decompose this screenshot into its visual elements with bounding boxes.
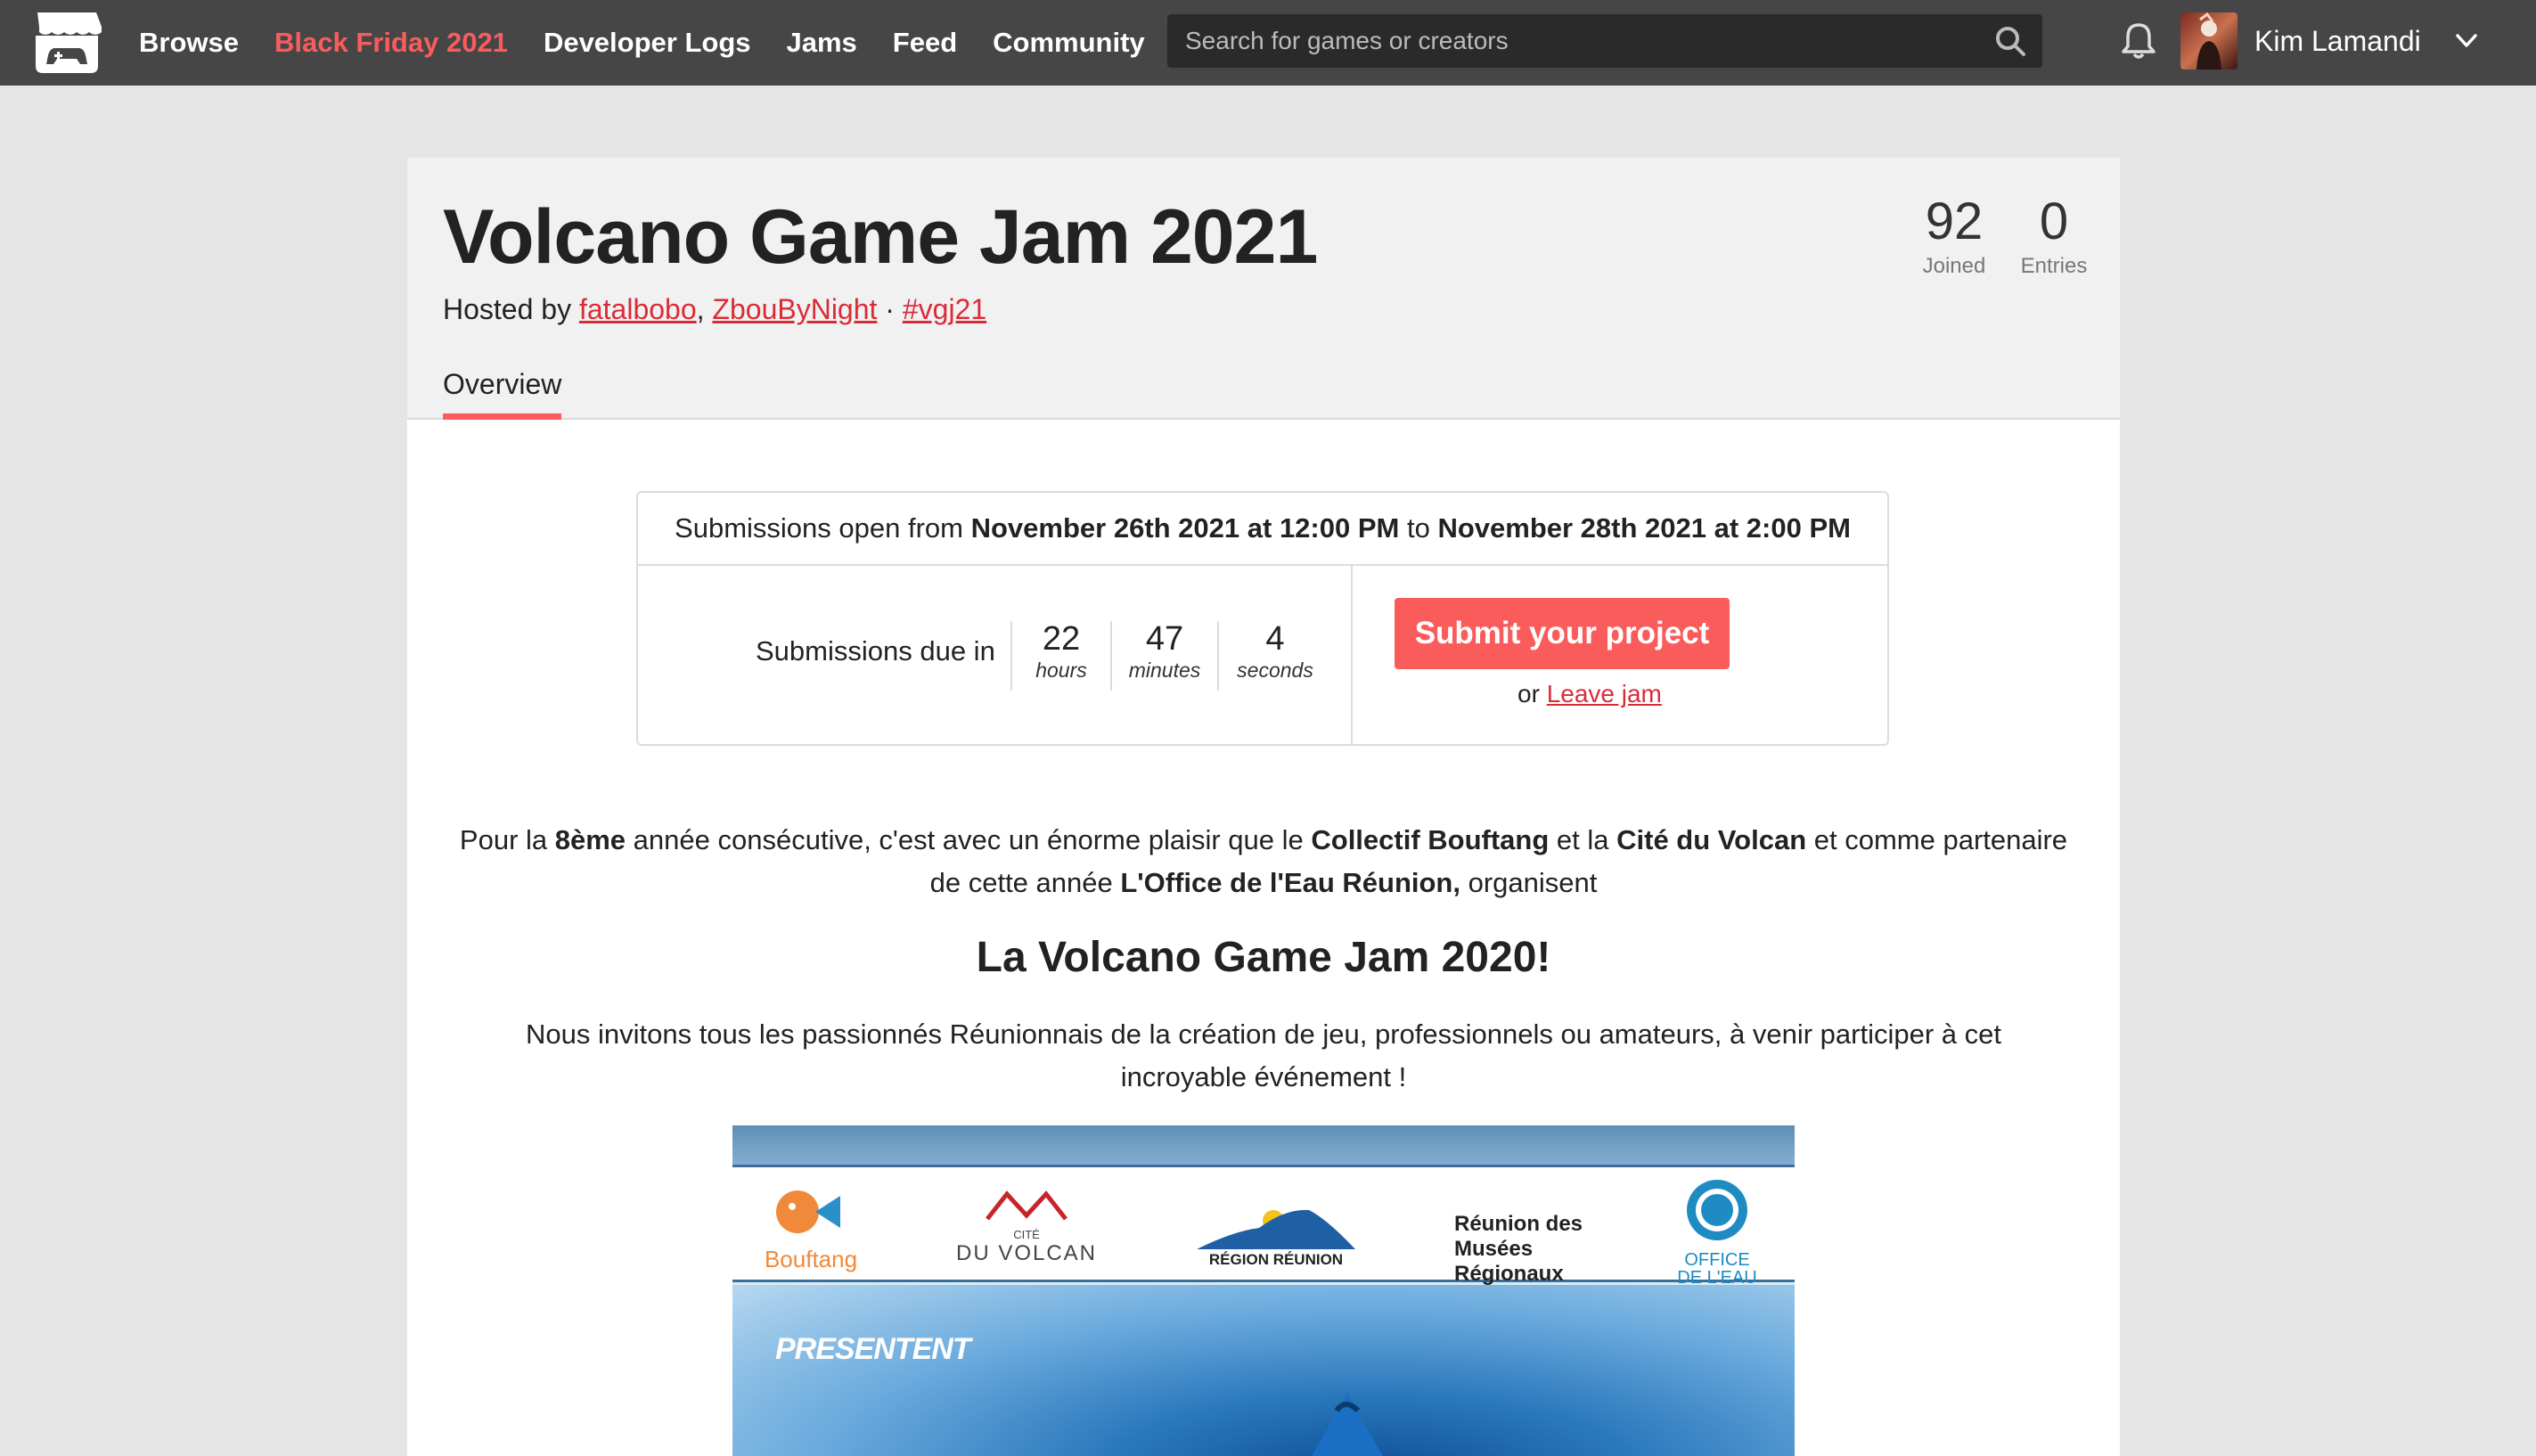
seconds-label: seconds <box>1237 658 1313 682</box>
chevron-down-icon[interactable] <box>2452 27 2481 55</box>
host-link-fatalbobo[interactable]: fatalbobo <box>579 293 697 325</box>
due-label: Submissions due in <box>756 635 995 667</box>
divider <box>1110 621 1112 691</box>
to-label: to <box>1406 512 1430 544</box>
avatar[interactable] <box>2180 12 2237 70</box>
host-separator: , <box>696 293 713 325</box>
bouftang-fish-icon <box>776 1190 840 1233</box>
notification-bell-icon[interactable] <box>2121 21 2156 61</box>
entries-count: 0 <box>2039 192 2069 250</box>
intro-paragraph: Pour la 8ème année consécutive, c'est av… <box>443 819 2084 904</box>
search-input[interactable] <box>1167 27 1969 55</box>
partner-logo-office-de-leau: OFFICE DE L'EAU <box>1659 1174 1775 1287</box>
intro-bold: L'Office de l'Eau Réunion, <box>1120 867 1460 898</box>
musees-line1: Réunion des <box>1454 1212 1583 1236</box>
partner-logo-bouftang: Bouftang <box>757 1176 864 1273</box>
seconds-value: 4 <box>1265 620 1285 658</box>
partner-logo-region-reunion: RÉGION RÉUNION <box>1187 1199 1365 1269</box>
intro-text: Pour la <box>459 824 555 855</box>
itchio-logo-icon[interactable] <box>30 9 103 77</box>
cite-small-label: CITÉ <box>1013 1228 1040 1241</box>
office-line2: DE L'EAU <box>1677 1268 1757 1288</box>
intro-bold: 8ème <box>554 824 626 855</box>
entries-label: Entries <box>2020 253 2088 278</box>
hours-value: 22 <box>1042 620 1081 658</box>
countdown-seconds: 4 seconds <box>1226 620 1324 683</box>
musees-line3: Régionaux <box>1454 1262 1564 1286</box>
cite-label: DU VOLCAN <box>955 1241 1098 1265</box>
hours-label: hours <box>1035 658 1087 682</box>
nav-black-friday[interactable]: Black Friday 2021 <box>274 27 508 59</box>
nav-jams[interactable]: Jams <box>787 27 857 59</box>
leave-jam-row: or Leave jam <box>1518 680 1662 708</box>
partner-logo-musees: Réunion des Musées Régionaux <box>1454 1212 1606 1287</box>
host-link-zboubynight[interactable]: ZbouByNight <box>712 293 877 325</box>
submit-project-button[interactable]: Submit your project <box>1395 598 1730 669</box>
ocean-wave-graphic <box>732 1285 1795 1456</box>
main-nav: Browse Black Friday 2021 Developer Logs … <box>139 0 1181 86</box>
nav-community[interactable]: Community <box>993 27 1145 59</box>
musees-line2: Musées <box>1454 1237 1534 1261</box>
end-date: November 28th 2021 at 2:00 PM <box>1437 512 1851 544</box>
open-prefix: Submissions open from <box>675 512 963 544</box>
intro-text: organisent <box>1460 867 1598 898</box>
partner-logos-strip: Bouftang CITÉ DU VOLCAN RÉGION RÉUNION R… <box>732 1165 1795 1287</box>
hosted-by: Hosted by fatalbobo, ZbouByNight · #vgj2… <box>443 293 986 326</box>
office-line1: OFFICE <box>1684 1250 1750 1270</box>
joined-stat[interactable]: 92 Joined <box>1910 193 1999 279</box>
partner-logo-cite-du-volcan: CITÉ DU VOLCAN <box>955 1187 1098 1266</box>
user-name[interactable]: Kim Lamandi <box>2254 25 2421 58</box>
jam-header: Volcano Game Jam 2021 Hosted by fatalbob… <box>407 158 2120 420</box>
water-ring-icon <box>1687 1180 1747 1240</box>
leave-jam-link[interactable]: Leave jam <box>1547 680 1662 708</box>
hosted-prefix: Hosted by <box>443 293 579 325</box>
intro-text: et la <box>1549 824 1617 855</box>
jam-page: Volcano Game Jam 2021 Hosted by fatalbob… <box>407 158 2120 1456</box>
hashtag-link[interactable]: #vgj21 <box>903 293 986 325</box>
countdown-panel: Submissions due in 22 hours 47 minutes 4… <box>638 566 1353 746</box>
bouftang-label: Bouftang <box>764 1246 858 1272</box>
intro-text: année consécutive, c'est avec un énorme … <box>626 824 1312 855</box>
intro-bold: Collectif Bouftang <box>1311 824 1550 855</box>
nav-browse[interactable]: Browse <box>139 27 239 59</box>
site-header: Browse Black Friday 2021 Developer Logs … <box>0 0 2536 86</box>
nav-developer-logs[interactable]: Developer Logs <box>544 27 751 59</box>
joined-count: 92 <box>1925 192 1984 250</box>
submission-period: Submissions open from November 26th 2021… <box>638 493 1887 566</box>
region-label: RÉGION RÉUNION <box>1208 1251 1344 1268</box>
tab-overview[interactable]: Overview <box>443 368 562 420</box>
page-title: Volcano Game Jam 2021 <box>443 194 1318 280</box>
description-heading: La Volcano Game Jam 2020! <box>976 934 1551 981</box>
minutes-label: minutes <box>1128 658 1201 682</box>
region-reunion-mountain-icon <box>1197 1209 1355 1249</box>
volcano-peaks-icon <box>986 1190 1068 1221</box>
presentent-label: PRESENTENT <box>775 1332 971 1366</box>
avatar-image <box>2197 12 2221 70</box>
nav-feed[interactable]: Feed <box>893 27 957 59</box>
entries-stat[interactable]: 0 Entries <box>2009 193 2098 279</box>
jam-banner-image: Bouftang CITÉ DU VOLCAN RÉGION RÉUNION R… <box>732 1125 1795 1456</box>
invite-paragraph: Nous invitons tous les passionnés Réunio… <box>525 1018 2001 1092</box>
intro-bold: Cité du Volcan <box>1616 824 1807 855</box>
start-date: November 26th 2021 at 12:00 PM <box>970 512 1400 544</box>
minutes-value: 47 <box>1145 620 1184 658</box>
countdown-hours: 22 hours <box>1012 620 1110 683</box>
hashtag-separator: · <box>877 293 903 325</box>
joined-label: Joined <box>1922 253 1986 278</box>
or-label: or <box>1518 680 1547 708</box>
divider <box>1217 621 1219 691</box>
volcano-drop-icon <box>1312 1393 1383 1456</box>
countdown-minutes: 47 minutes <box>1116 620 1214 683</box>
search-bar <box>1167 14 2042 68</box>
search-icon[interactable] <box>1994 25 2026 57</box>
